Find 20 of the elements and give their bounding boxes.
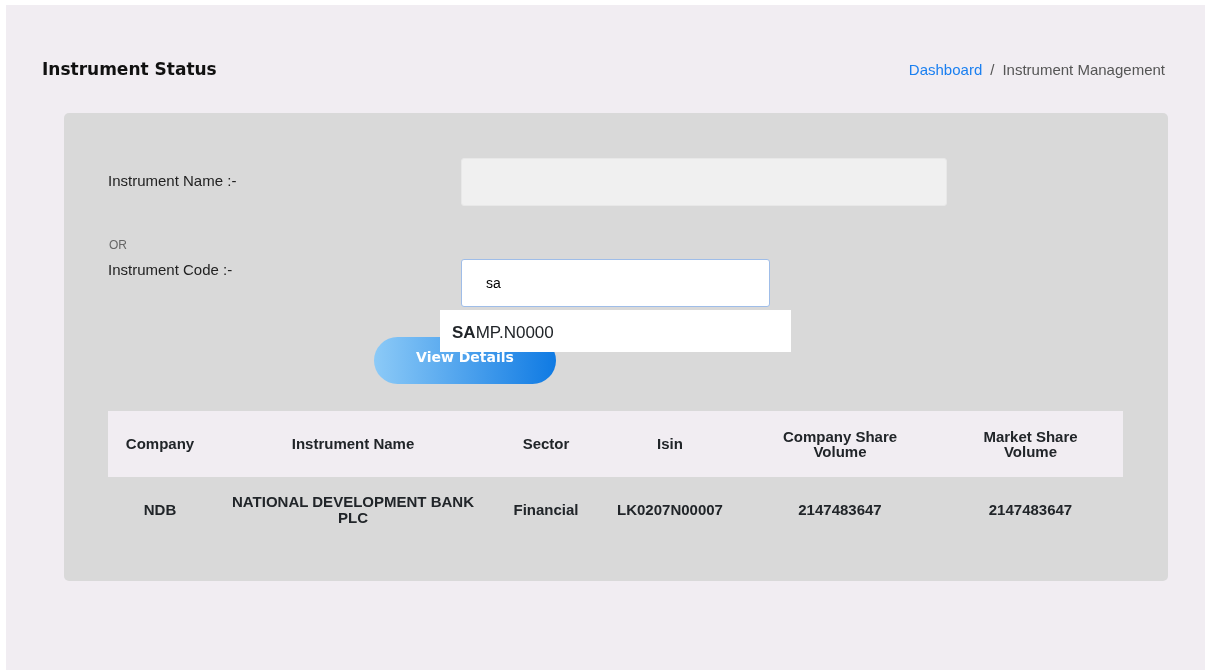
- field-label: Instrument Code :-: [108, 259, 234, 280]
- field-label: Instrument Name :-: [108, 171, 238, 192]
- page-title: Instrument Status: [42, 58, 217, 81]
- column-header: Sector: [494, 410, 598, 477]
- column-header: Company Share Volume: [742, 410, 938, 477]
- table-cell: LK0207N00007: [598, 476, 742, 543]
- suggestion-item[interactable]: SAMP.N0000: [440, 309, 791, 352]
- column-header: Market Share Volume: [938, 410, 1123, 477]
- table-cell: NDB: [108, 476, 212, 543]
- table-cell: Financial: [494, 476, 598, 543]
- table-cell: NATIONAL DEVELOPMENT BANK PLC: [212, 476, 494, 543]
- table-cell: 2147483647: [938, 476, 1123, 543]
- or-text: OR: [109, 236, 128, 254]
- breadcrumb-current: Instrument Management: [1002, 59, 1165, 80]
- column-header: Instrument Name: [212, 410, 494, 477]
- input-field[interactable]: sa: [461, 258, 770, 307]
- table-cell: 2147483647: [742, 476, 938, 543]
- column-header: Isin: [598, 410, 742, 477]
- column-header: Company: [108, 410, 212, 477]
- breadcrumb-current: /: [990, 59, 995, 80]
